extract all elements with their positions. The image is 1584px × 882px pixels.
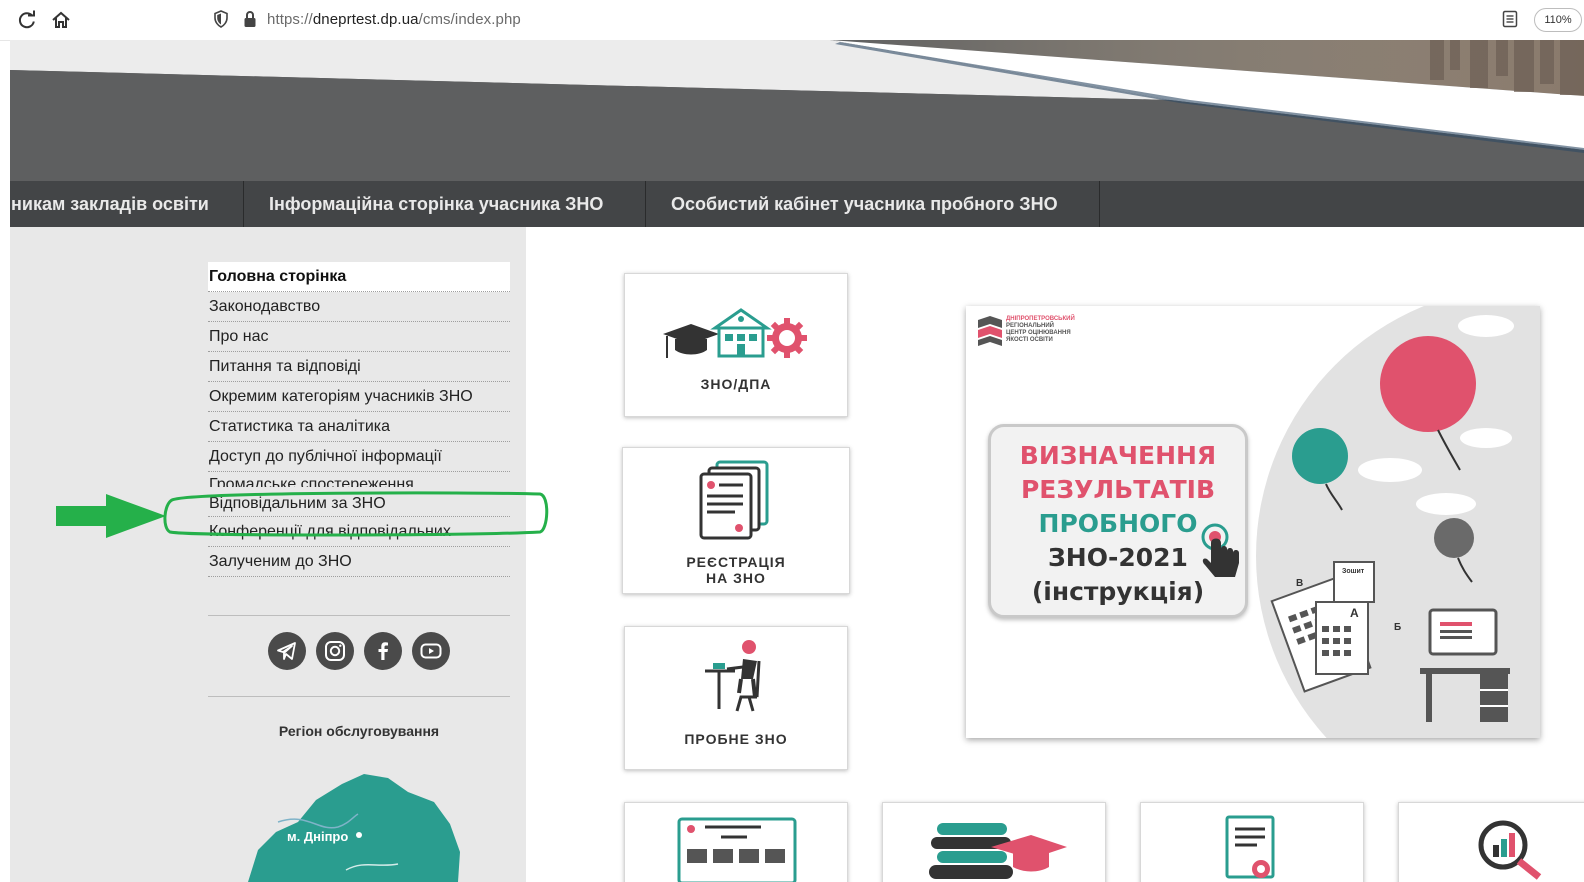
menu-item-involved[interactable]: Залученим до ЗНО xyxy=(208,547,510,577)
promo-title-card: ВИЗНАЧЕННЯ РЕЗУЛЬТАТІВ ПРОБНОГО ЗНО-2021… xyxy=(988,424,1248,618)
tile-zno-dpa[interactable]: ЗНО/ДПА xyxy=(624,273,848,417)
header-banner xyxy=(10,40,1584,181)
region-map[interactable] xyxy=(238,772,498,882)
registration-documents-icon xyxy=(699,460,769,540)
promo-line-1: ВИЗНАЧЕННЯ xyxy=(1019,441,1217,470)
sheet-letter-a: А xyxy=(1350,606,1359,620)
menu-item-faq[interactable]: Питання та відповіді xyxy=(208,352,510,382)
reload-icon[interactable] xyxy=(14,8,40,32)
promo-logo-text: ДНІПРОПЕТРОВСЬКИЙ РЕГІОНАЛЬНИЙ ЦЕНТР ОЦІ… xyxy=(1006,316,1075,343)
form-sheet-icon xyxy=(677,817,797,882)
tile-registration-label-2: НА ЗНО xyxy=(706,570,766,586)
menu-item-conferences[interactable]: Конференції для відповідальних xyxy=(208,517,510,547)
region-title: Регіон обслуговування xyxy=(278,723,440,739)
home-icon[interactable] xyxy=(48,8,74,32)
nav-item-personal-cabinet[interactable]: Особистий кабінет учасника пробного ЗНО xyxy=(646,181,1100,227)
zoom-level-badge[interactable]: 110% xyxy=(1534,8,1582,32)
tile-registration[interactable]: РЕЄСТРАЦІЯ НА ЗНО xyxy=(622,447,850,594)
sidebar-divider xyxy=(208,615,510,616)
sheet-letter-v: В xyxy=(1296,578,1304,589)
promo-banner[interactable]: ДНІПРОПЕТРОВСЬКИЙ РЕГІОНАЛЬНИЙ ЦЕНТР ОЦІ… xyxy=(966,306,1540,738)
promo-line-2: РЕЗУЛЬТАТІВ xyxy=(1020,475,1216,504)
youtube-icon[interactable] xyxy=(412,632,450,670)
menu-item-public-observation[interactable]: Громадське спостереження xyxy=(208,472,510,487)
tile-bottom-2[interactable] xyxy=(882,802,1106,882)
analytics-magnifier-icon xyxy=(1478,820,1542,880)
menu-item-statistics[interactable]: Статистика та аналітика xyxy=(208,412,510,442)
map-city-label: м. Дніпро xyxy=(287,829,349,844)
menu-item-responsible[interactable]: Відповідальним за ЗНО xyxy=(208,487,510,517)
books-graduation-icon xyxy=(929,823,1067,879)
tile-zno-dpa-label: ЗНО/ДПА xyxy=(700,376,772,392)
url-text[interactable]: https://dneprtest.dp.ua/cms/index.php xyxy=(267,11,521,28)
document-gear-icon xyxy=(1225,815,1275,879)
instagram-icon[interactable] xyxy=(316,632,354,670)
reader-view-icon[interactable] xyxy=(1502,10,1518,32)
pointer-hand-icon xyxy=(1201,523,1239,577)
banner-graphic xyxy=(10,40,1584,181)
sidebar-menu: Головна сторінка Законодавство Про нас П… xyxy=(208,262,510,577)
browser-toolbar: https://dneprtest.dp.ua/cms/index.php 11… xyxy=(0,0,1584,41)
menu-item-home[interactable]: Головна сторінка xyxy=(208,262,510,292)
lock-icon[interactable] xyxy=(243,10,257,32)
tile-bottom-3[interactable] xyxy=(1140,802,1364,882)
main-navigation: никам закладів освіти Інформаційна сторі… xyxy=(10,181,1584,227)
shield-icon[interactable] xyxy=(213,10,229,32)
nav-item-educators[interactable]: никам закладів освіти xyxy=(10,181,244,227)
address-bar[interactable]: https://dneprtest.dp.ua/cms/index.php xyxy=(205,6,1525,34)
facebook-icon[interactable] xyxy=(364,632,402,670)
tile-bottom-1[interactable] xyxy=(624,802,848,882)
menu-item-legislation[interactable]: Законодавство xyxy=(208,292,510,322)
menu-item-special-categories[interactable]: Окремим категоріям учасників ЗНО xyxy=(208,382,510,412)
web-page: никам закладів освіти Інформаційна сторі… xyxy=(10,40,1584,882)
student-at-desk-icon xyxy=(705,640,761,712)
tile-bottom-4[interactable] xyxy=(1398,802,1584,882)
menu-item-about[interactable]: Про нас xyxy=(208,322,510,352)
booklet-label: Зошит xyxy=(1342,568,1365,575)
sidebar-divider-2 xyxy=(208,696,510,697)
tile-trial-zno-label: ПРОБНЕ ЗНО xyxy=(684,731,788,747)
menu-item-public-info[interactable]: Доступ до публічної інформації xyxy=(208,442,510,472)
graduation-school-gear-icon xyxy=(663,308,807,358)
sidebar: Головна сторінка Законодавство Про нас П… xyxy=(10,227,526,882)
sheet-letter-b: Б xyxy=(1394,622,1402,633)
telegram-icon[interactable] xyxy=(268,632,306,670)
nav-item-participant-info[interactable]: Інформаційна сторінка учасника ЗНО xyxy=(244,181,646,227)
tile-registration-label-1: РЕЄСТРАЦІЯ xyxy=(686,554,786,570)
tile-trial-zno[interactable]: ПРОБНЕ ЗНО xyxy=(624,626,848,770)
